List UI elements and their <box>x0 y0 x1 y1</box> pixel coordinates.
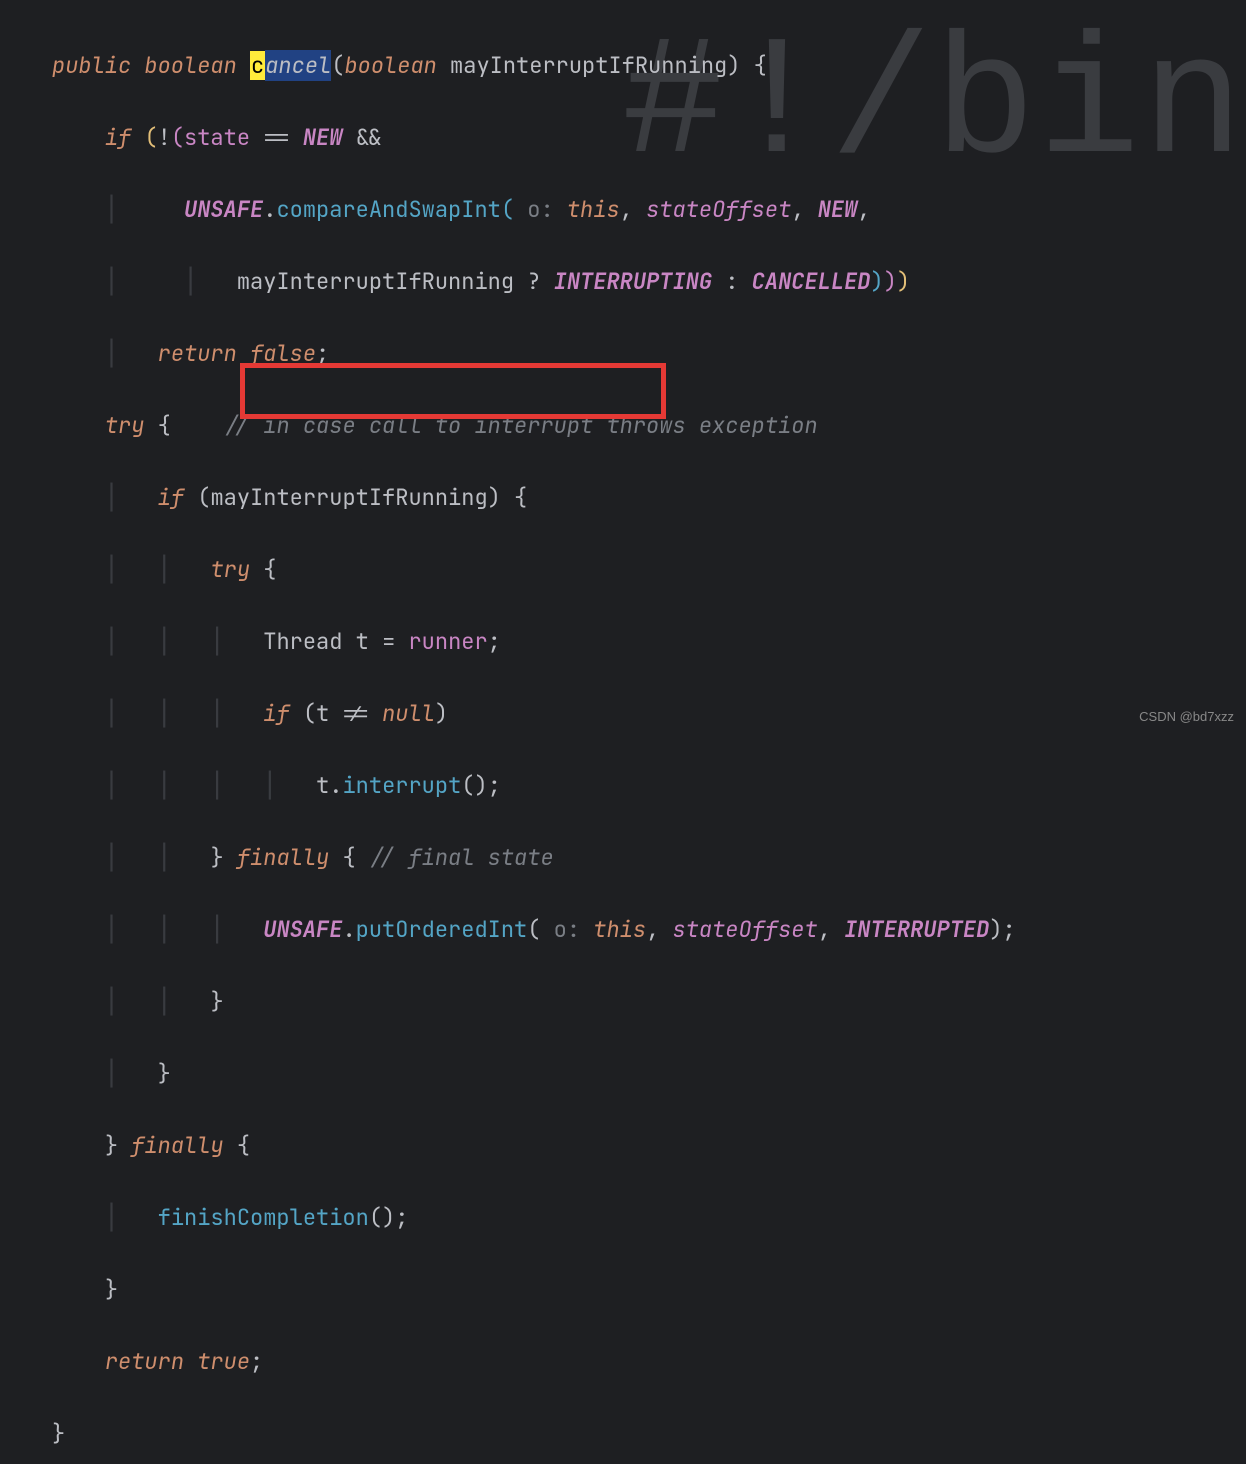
csdn-watermark: CSDN @bd7xzz <box>1139 709 1234 724</box>
code-line: │ │ mayInterruptIfRunning ? INTERRUPTING… <box>52 264 1246 300</box>
code-line: │ │ } finally { // final state <box>52 840 1246 876</box>
code-line: │ UNSAFE.compareAndSwapInt( o: this, sta… <box>52 192 1246 228</box>
code-line: │ │ │ │ t.interrupt(); <box>52 768 1246 804</box>
code-line: } <box>52 1272 1246 1308</box>
code-line: public boolean cancel(boolean mayInterru… <box>52 48 1246 84</box>
code-line: │ return false; <box>52 336 1246 372</box>
code-line: │ │ │ Thread t = runner; <box>52 624 1246 660</box>
code-line: if (!(state == NEW && <box>52 120 1246 156</box>
code-line: │ if (mayInterruptIfRunning) { <box>52 480 1246 516</box>
code-line: return true; <box>52 1344 1246 1380</box>
selected-text: ancel <box>265 50 331 81</box>
code-line: │ │ │ if (t != null) <box>52 696 1246 732</box>
code-line: │ │ try { <box>52 552 1246 588</box>
code-line: try { // in case call to interrupt throw… <box>52 408 1246 444</box>
code-line: │ finishCompletion(); <box>52 1200 1246 1236</box>
code-line: } <box>52 1416 1246 1452</box>
code-line: │ │ } <box>52 984 1246 1020</box>
code-line: } finally { <box>52 1128 1246 1164</box>
highlight-char: c <box>250 51 265 80</box>
code-line: │ │ │ UNSAFE.putOrderedInt( o: this, sta… <box>52 912 1246 948</box>
code-line: │ } <box>52 1056 1246 1092</box>
code-editor[interactable]: public boolean cancel(boolean mayInterru… <box>0 0 1246 1464</box>
